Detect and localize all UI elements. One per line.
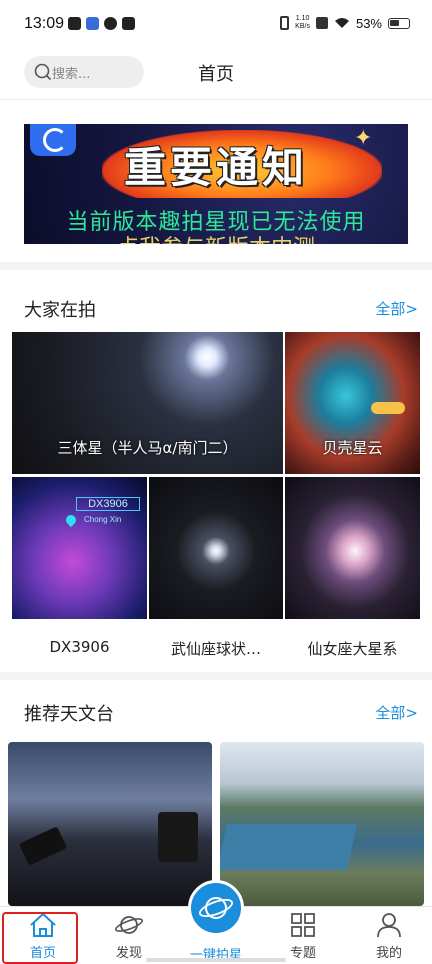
- telescope-silhouette: [18, 826, 68, 866]
- battery-percent: 53%: [355, 15, 382, 31]
- photo-card-andromeda[interactable]: [285, 477, 420, 619]
- planet-icon: [114, 916, 144, 934]
- photo-card-shell-nebula[interactable]: 贝壳星云: [285, 332, 420, 474]
- x-box-icon: [315, 17, 328, 29]
- notice-banner[interactable]: ✦ 重要通知 当前版本趣拍星现已无法使用 点我参与新版本内测: [24, 124, 408, 244]
- observatory-card-1[interactable]: [8, 742, 212, 906]
- header: 搜索... 首页: [0, 50, 432, 100]
- tab-topics[interactable]: 专题: [260, 906, 346, 964]
- wifi-icon: [334, 18, 349, 28]
- tab-discover[interactable]: 发现: [86, 906, 172, 964]
- see-all-observatories-link[interactable]: 全部>: [375, 702, 418, 723]
- net-speed-unit: KB/s: [295, 23, 310, 30]
- dx-overlay-label: DX3906: [76, 497, 140, 511]
- photo-card-dx3906[interactable]: DX3906 Chong Xin: [12, 477, 147, 619]
- section-title-observatories: 推荐天文台: [24, 704, 114, 725]
- status-time: 13:09: [24, 15, 65, 32]
- status-bar: 13:09 1.10 KB/s 53%: [0, 0, 432, 50]
- status-right: 1.10 KB/s 53%: [280, 15, 410, 31]
- tab-label: 我的: [375, 946, 402, 961]
- map-pin-icon: [63, 512, 79, 528]
- see-all-popular-link[interactable]: 全部>: [375, 298, 418, 319]
- building-roof: [220, 824, 357, 870]
- dx-overlay-location: Chong Xin: [84, 515, 122, 524]
- app-icon: [86, 17, 99, 30]
- observatory-card-2[interactable]: [220, 742, 424, 906]
- caption-hercules-cluster: 武仙座球状…: [170, 640, 261, 658]
- caption-dx3906: DX3906: [49, 638, 110, 656]
- photo-card-hercules-cluster[interactable]: [149, 477, 283, 619]
- vibrate-icon: [280, 16, 290, 30]
- photo-card-alpha-centauri[interactable]: 三体星（半人马α/南门二）: [12, 332, 283, 474]
- section-title-popular: 大家在拍: [24, 300, 96, 321]
- banner-title: 重要通知: [123, 143, 308, 192]
- camera-planet-icon: [198, 897, 234, 919]
- tag-badge: [371, 402, 405, 414]
- net-speed: 1.10 KB/s: [295, 15, 310, 31]
- battery-icon: [388, 17, 410, 29]
- caption-andromeda: 仙女座大星系: [307, 640, 398, 658]
- tab-mine[interactable]: 我的: [346, 906, 432, 964]
- photo-caption: 三体星（半人马α/南门二）: [57, 439, 238, 457]
- tiktok-icon: [122, 17, 135, 30]
- telescope-silhouette: [158, 812, 198, 862]
- one-click-shoot-button[interactable]: [188, 880, 244, 936]
- gesture-bar: [146, 958, 286, 962]
- sync-icon: [104, 17, 117, 30]
- divider: [0, 262, 432, 270]
- net-speed-value: 1.10: [295, 15, 310, 22]
- home-tab-highlight: [2, 912, 78, 964]
- user-icon: [377, 913, 401, 938]
- banner-subtitle-cut: 点我参与新版本内测: [24, 230, 408, 244]
- mail-icon: [68, 17, 81, 30]
- grid-icon: [291, 913, 315, 937]
- divider: [0, 672, 432, 680]
- page-title: 首页: [198, 64, 234, 85]
- notification-icons: [68, 17, 135, 30]
- photo-caption: 贝壳星云: [322, 439, 383, 457]
